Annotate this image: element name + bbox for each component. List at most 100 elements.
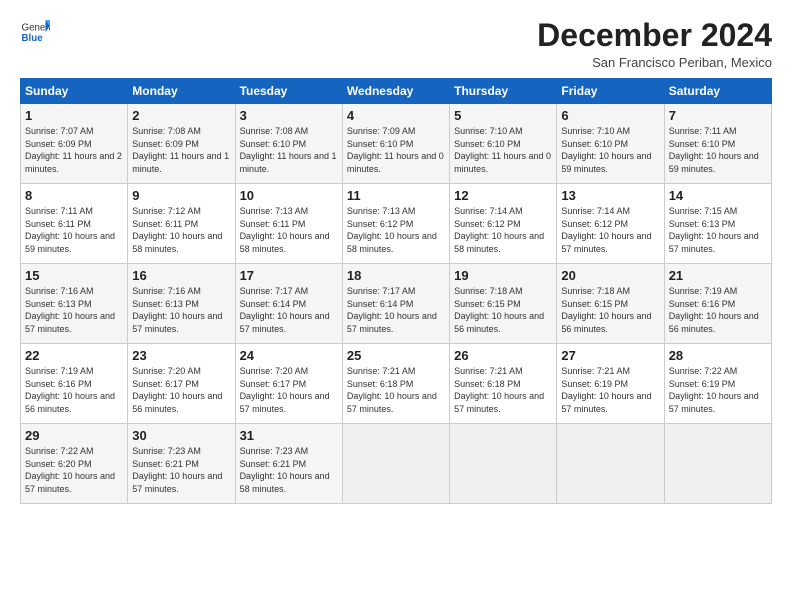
calendar-cell: 14 Sunrise: 7:15 AMSunset: 6:13 PMDayligh… [664,184,771,264]
calendar-cell: 28 Sunrise: 7:22 AMSunset: 6:19 PMDayligh… [664,344,771,424]
cell-content: Sunrise: 7:16 AMSunset: 6:13 PMDaylight:… [132,285,230,335]
header-tuesday: Tuesday [235,79,342,104]
cell-content: Sunrise: 7:15 AMSunset: 6:13 PMDaylight:… [669,205,767,255]
svg-text:Blue: Blue [22,33,44,44]
day-number: 23 [132,348,230,363]
cell-content: Sunrise: 7:11 AMSunset: 6:11 PMDaylight:… [25,205,123,255]
cell-content: Sunrise: 7:18 AMSunset: 6:15 PMDaylight:… [454,285,552,335]
day-number: 12 [454,188,552,203]
day-number: 14 [669,188,767,203]
calendar-cell: 15 Sunrise: 7:16 AMSunset: 6:13 PMDayligh… [21,264,128,344]
day-number: 28 [669,348,767,363]
day-number: 2 [132,108,230,123]
cell-content: Sunrise: 7:22 AMSunset: 6:19 PMDaylight:… [669,365,767,415]
cell-content: Sunrise: 7:07 AMSunset: 6:09 PMDaylight:… [25,125,123,175]
calendar-cell [342,424,449,504]
calendar-cell: 7 Sunrise: 7:11 AMSunset: 6:10 PMDaylight… [664,104,771,184]
day-number: 30 [132,428,230,443]
calendar-header-row: SundayMondayTuesdayWednesdayThursdayFrid… [21,79,772,104]
general-blue-icon: General Blue [20,18,50,46]
header-wednesday: Wednesday [342,79,449,104]
calendar-body: 1 Sunrise: 7:07 AMSunset: 6:09 PMDaylight… [21,104,772,504]
calendar-week-row: 29 Sunrise: 7:22 AMSunset: 6:20 PMDayligh… [21,424,772,504]
day-number: 29 [25,428,123,443]
day-number: 13 [561,188,659,203]
day-number: 1 [25,108,123,123]
cell-content: Sunrise: 7:14 AMSunset: 6:12 PMDaylight:… [454,205,552,255]
cell-content: Sunrise: 7:16 AMSunset: 6:13 PMDaylight:… [25,285,123,335]
calendar-week-row: 22 Sunrise: 7:19 AMSunset: 6:16 PMDayligh… [21,344,772,424]
day-number: 19 [454,268,552,283]
cell-content: Sunrise: 7:21 AMSunset: 6:18 PMDaylight:… [347,365,445,415]
cell-content: Sunrise: 7:14 AMSunset: 6:12 PMDaylight:… [561,205,659,255]
header-friday: Friday [557,79,664,104]
cell-content: Sunrise: 7:23 AMSunset: 6:21 PMDaylight:… [132,445,230,495]
cell-content: Sunrise: 7:11 AMSunset: 6:10 PMDaylight:… [669,125,767,175]
day-number: 3 [240,108,338,123]
calendar-cell: 29 Sunrise: 7:22 AMSunset: 6:20 PMDayligh… [21,424,128,504]
calendar-cell: 5Sunrise: 7:10 AMSunset: 6:10 PMDaylight… [450,104,557,184]
day-number: 8 [25,188,123,203]
cell-content: Sunrise: 7:21 AMSunset: 6:19 PMDaylight:… [561,365,659,415]
cell-content: Sunrise: 7:08 AMSunset: 6:10 PMDaylight:… [240,125,338,175]
header-thursday: Thursday [450,79,557,104]
day-number: 16 [132,268,230,283]
calendar-cell: 17 Sunrise: 7:17 AMSunset: 6:14 PMDayligh… [235,264,342,344]
day-number: 7 [669,108,767,123]
header-sunday: Sunday [21,79,128,104]
day-number: 15 [25,268,123,283]
cell-content: Sunrise: 7:21 AMSunset: 6:18 PMDaylight:… [454,365,552,415]
cell-content: Sunrise: 7:17 AMSunset: 6:14 PMDaylight:… [240,285,338,335]
cell-content: Sunrise: 7:18 AMSunset: 6:15 PMDaylight:… [561,285,659,335]
day-number: 31 [240,428,338,443]
cell-content: Sunrise: 7:09 AMSunset: 6:10 PMDaylight:… [347,125,445,175]
calendar-cell [557,424,664,504]
day-number: 21 [669,268,767,283]
logo: General Blue [20,18,50,46]
calendar-cell: 30 Sunrise: 7:23 AMSunset: 6:21 PMDayligh… [128,424,235,504]
cell-content: Sunrise: 7:23 AMSunset: 6:21 PMDaylight:… [240,445,338,495]
calendar-week-row: 8 Sunrise: 7:11 AMSunset: 6:11 PMDaylight… [21,184,772,264]
calendar-cell: 10Sunrise: 7:13 AMSunset: 6:11 PMDayligh… [235,184,342,264]
day-number: 18 [347,268,445,283]
calendar-cell: 18 Sunrise: 7:17 AMSunset: 6:14 PMDayligh… [342,264,449,344]
day-number: 17 [240,268,338,283]
calendar-cell: 16 Sunrise: 7:16 AMSunset: 6:13 PMDayligh… [128,264,235,344]
calendar-cell: 23 Sunrise: 7:20 AMSunset: 6:17 PMDayligh… [128,344,235,424]
calendar-cell [450,424,557,504]
calendar-cell: 3 Sunrise: 7:08 AMSunset: 6:10 PMDaylight… [235,104,342,184]
cell-content: Sunrise: 7:08 AMSunset: 6:09 PMDaylight:… [132,125,230,175]
cell-content: Sunrise: 7:20 AMSunset: 6:17 PMDaylight:… [132,365,230,415]
calendar-cell: 9Sunrise: 7:12 AMSunset: 6:11 PMDaylight… [128,184,235,264]
cell-content: Sunrise: 7:17 AMSunset: 6:14 PMDaylight:… [347,285,445,335]
calendar-week-row: 15 Sunrise: 7:16 AMSunset: 6:13 PMDayligh… [21,264,772,344]
day-number: 6 [561,108,659,123]
day-number: 27 [561,348,659,363]
calendar-cell: 13 Sunrise: 7:14 AMSunset: 6:12 PMDayligh… [557,184,664,264]
calendar-cell: 11Sunrise: 7:13 AMSunset: 6:12 PMDayligh… [342,184,449,264]
cell-content: Sunrise: 7:13 AMSunset: 6:12 PMDaylight:… [347,205,445,255]
day-number: 25 [347,348,445,363]
cell-content: Sunrise: 7:22 AMSunset: 6:20 PMDaylight:… [25,445,123,495]
day-number: 10 [240,188,338,203]
calendar-cell: 24 Sunrise: 7:20 AMSunset: 6:17 PMDayligh… [235,344,342,424]
cell-content: Sunrise: 7:10 AMSunset: 6:10 PMDaylight:… [454,125,552,175]
calendar-cell: 22 Sunrise: 7:19 AMSunset: 6:16 PMDayligh… [21,344,128,424]
cell-content: Sunrise: 7:12 AMSunset: 6:11 PMDaylight:… [132,205,230,255]
calendar-cell: 26 Sunrise: 7:21 AMSunset: 6:18 PMDayligh… [450,344,557,424]
calendar-cell: 4 Sunrise: 7:09 AMSunset: 6:10 PMDaylight… [342,104,449,184]
cell-content: Sunrise: 7:20 AMSunset: 6:17 PMDaylight:… [240,365,338,415]
calendar-cell: 1 Sunrise: 7:07 AMSunset: 6:09 PMDaylight… [21,104,128,184]
calendar-week-row: 1 Sunrise: 7:07 AMSunset: 6:09 PMDaylight… [21,104,772,184]
calendar-cell: 8 Sunrise: 7:11 AMSunset: 6:11 PMDaylight… [21,184,128,264]
calendar-cell: 21Sunrise: 7:19 AMSunset: 6:16 PMDayligh… [664,264,771,344]
day-number: 26 [454,348,552,363]
day-number: 4 [347,108,445,123]
header-saturday: Saturday [664,79,771,104]
month-year-title: December 2024 [537,18,772,53]
day-number: 22 [25,348,123,363]
cell-content: Sunrise: 7:19 AMSunset: 6:16 PMDaylight:… [25,365,123,415]
calendar-cell: 25 Sunrise: 7:21 AMSunset: 6:18 PMDayligh… [342,344,449,424]
calendar-cell: 20Sunrise: 7:18 AMSunset: 6:15 PMDayligh… [557,264,664,344]
day-number: 24 [240,348,338,363]
